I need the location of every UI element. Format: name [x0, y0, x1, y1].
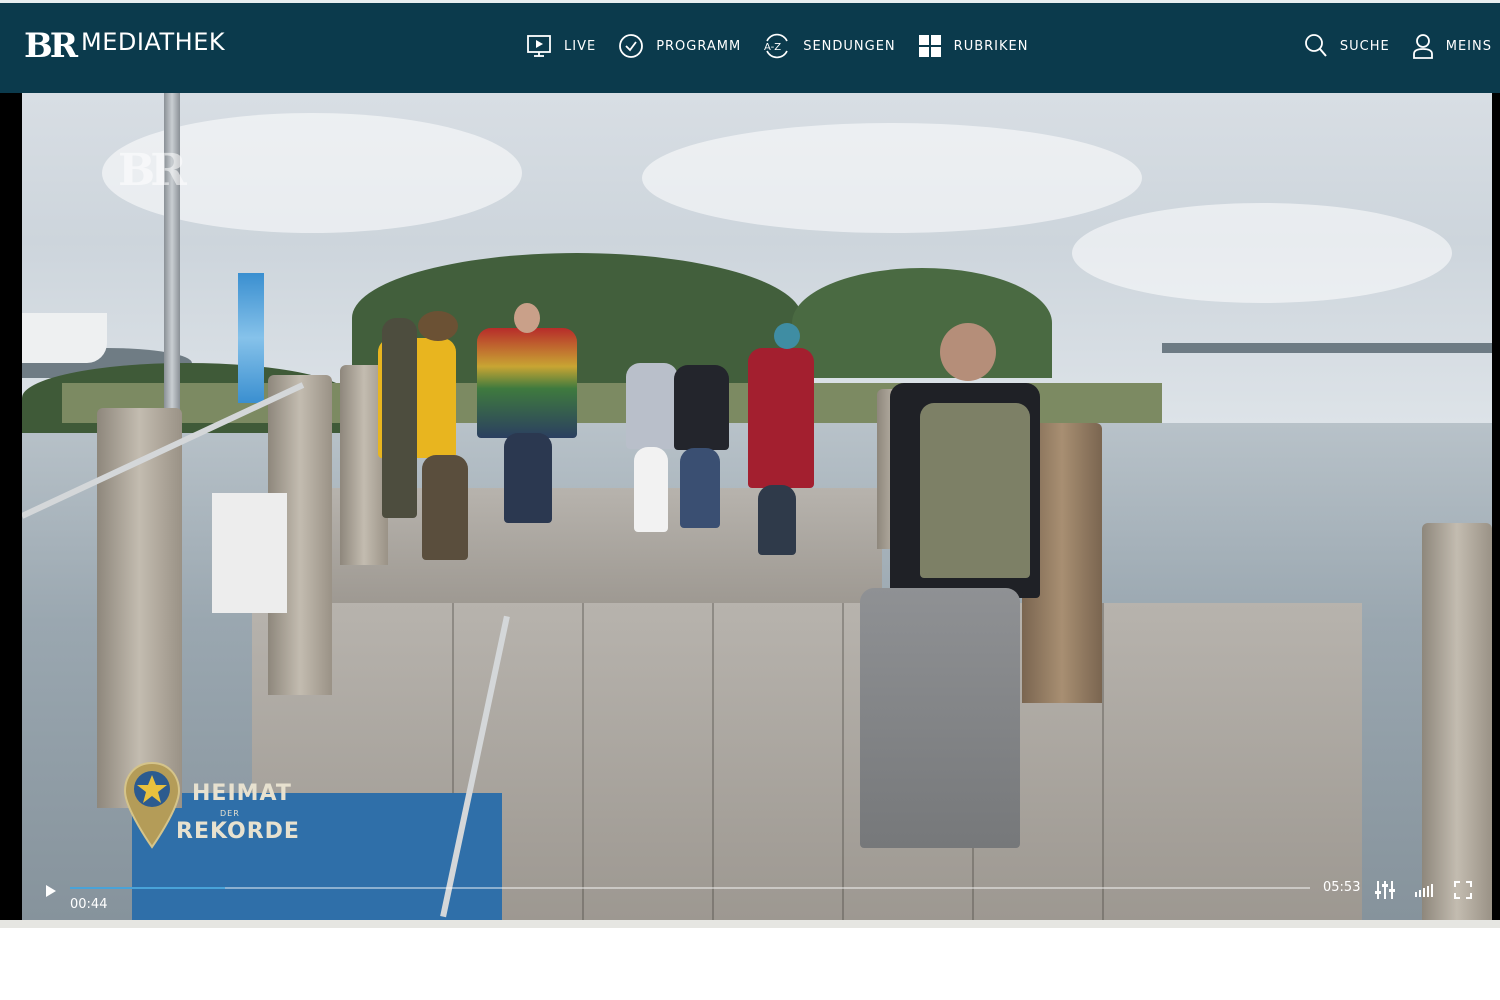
- person-legs: [860, 588, 1020, 848]
- person-grey-jacket: [626, 363, 678, 449]
- electrical-box: [212, 493, 287, 613]
- nav-meins[interactable]: MEINS: [1412, 33, 1492, 59]
- current-time: 00:44: [70, 897, 108, 912]
- nav-rubriken[interactable]: RUBRIKEN: [918, 34, 1029, 58]
- person-hat: [418, 311, 458, 341]
- person-legs: [504, 433, 552, 523]
- nav-programm[interactable]: PROGRAMM: [618, 33, 741, 59]
- nav-meins-label: MEINS: [1445, 38, 1492, 54]
- cloud: [1072, 203, 1452, 303]
- page-bottom-strip: [0, 920, 1500, 928]
- nav-sendungen[interactable]: A-Z SENDUNGEN: [763, 33, 895, 59]
- cloud: [642, 123, 1142, 233]
- br-watermark: BR: [118, 145, 187, 196]
- person-head: [514, 303, 540, 333]
- top-border: [0, 0, 1500, 3]
- person-red-coat: [748, 348, 814, 488]
- logo-letters: BR: [24, 26, 78, 66]
- nav-live[interactable]: LIVE: [526, 33, 596, 59]
- user-icon: [1412, 34, 1433, 59]
- search-icon: [1305, 34, 1327, 57]
- person-legs: [634, 447, 668, 532]
- wooden-post: [1422, 523, 1492, 920]
- tv-play-icon: [527, 35, 551, 57]
- person-dark-jacket: [674, 365, 729, 450]
- person-backpack: [920, 403, 1030, 578]
- show-title-line2: DER: [220, 809, 240, 818]
- island-trees: [792, 268, 1052, 378]
- wooden-post: [97, 408, 182, 808]
- logo-name: MEDIATHEK: [81, 28, 226, 56]
- video-player[interactable]: BR HEIMAT DER REKORDE 00:44 05:53: [0, 93, 1500, 920]
- video-frame[interactable]: BR HEIMAT DER REKORDE: [22, 93, 1492, 920]
- clock-icon: [619, 34, 644, 58]
- nav-programm-label: PROGRAMM: [656, 38, 742, 54]
- far-shore: [1162, 343, 1492, 353]
- nav-suche-label: SUCHE: [1339, 38, 1390, 54]
- progress-fill: [70, 887, 225, 889]
- person-legs: [422, 455, 468, 560]
- show-title-line1: HEIMAT: [192, 781, 292, 806]
- svg-text:A-Z: A-Z: [764, 42, 781, 53]
- person-head: [940, 323, 996, 381]
- show-title-line3: REKORDE: [176, 819, 300, 844]
- person-striped-jacket: [477, 328, 577, 438]
- main-nav: LIVE PROGRAMM A-Z SENDUNGEN RUBRIKEN: [526, 33, 1050, 59]
- play-icon[interactable]: [42, 882, 60, 900]
- person-legs: [680, 448, 720, 528]
- fullscreen-icon[interactable]: [1454, 881, 1472, 899]
- a-z-icon: A-Z: [764, 33, 788, 59]
- user-nav: SUCHE MEINS: [1282, 33, 1492, 59]
- top-navigation-bar: BR MEDIATHEK LIVE PROGRAMM A-Z SENDUNGEN…: [0, 0, 1500, 93]
- br-mediathek-logo[interactable]: BR MEDIATHEK: [24, 28, 225, 68]
- nav-rubriken-label: RUBRIKEN: [953, 38, 1029, 54]
- volume-bars-icon[interactable]: [1414, 882, 1436, 898]
- nav-suche[interactable]: SUCHE: [1304, 33, 1390, 59]
- settings-sliders-icon[interactable]: [1374, 879, 1396, 901]
- duration: 05:53: [1323, 880, 1361, 895]
- person-legs: [758, 485, 796, 555]
- person-beanie: [774, 323, 800, 349]
- nav-sendungen-label: SENDUNGEN: [803, 38, 896, 54]
- heimat-der-rekorde-logo: HEIMAT DER REKORDE: [122, 761, 302, 851]
- moored-boat: [22, 313, 107, 363]
- bavarian-flag: [238, 273, 264, 403]
- person-background: [382, 318, 417, 518]
- player-controls: 00:44 05:53: [0, 863, 1500, 920]
- grid-icon: [918, 35, 941, 57]
- star-pin-icon: [123, 761, 181, 849]
- progress-bar[interactable]: [70, 887, 1310, 889]
- nav-live-label: LIVE: [564, 38, 597, 54]
